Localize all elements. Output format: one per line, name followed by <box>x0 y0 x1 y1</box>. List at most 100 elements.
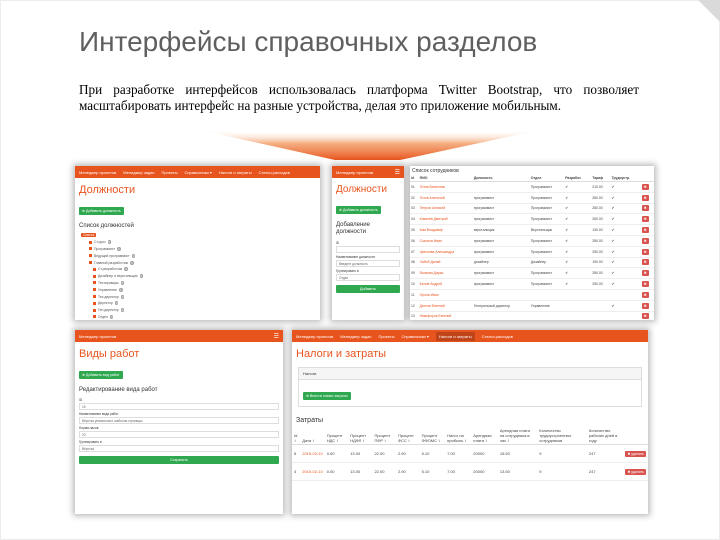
nav-brand[interactable]: Менеджер проектов <box>79 170 116 175</box>
hours-input[interactable]: 20 <box>79 431 279 438</box>
cell-name[interactable]: Дятлов Евгений <box>418 300 473 312</box>
cell-name[interactable]: Орлов Иван <box>418 289 473 301</box>
count-badge: 0 <box>117 246 121 251</box>
nav-tasks[interactable]: Менеджер задач <box>123 170 154 175</box>
positions-tree: Список Ст.руко 0 Программист 0 Ведущий програ… <box>75 232 320 320</box>
tree-item[interactable]: Ген.директор 0 <box>81 307 320 314</box>
column-header[interactable]: Количество трудоустроенных сотрудников <box>537 427 587 445</box>
cell-del: ✖ <box>640 192 654 204</box>
cell-name[interactable]: Цветкова Александра <box>418 246 473 258</box>
tree-item[interactable]: Главный разработчик 0 <box>81 259 320 266</box>
delete-button[interactable]: ✖ <box>641 281 649 288</box>
cell-name[interactable]: Ковалёв Дмитрий <box>418 213 473 226</box>
nav-projects[interactable]: Проекты <box>161 170 177 175</box>
column-header[interactable]: Id ↕ <box>292 427 301 445</box>
column-header[interactable]: Дата ↕ <box>300 427 325 445</box>
nav-taxes[interactable]: Налоги и затраты <box>219 170 252 175</box>
delete-button[interactable]: ✖ <box>641 227 649 234</box>
delete-button[interactable]: ✖ <box>641 205 649 212</box>
delete-button[interactable]: ✖ <box>641 237 649 244</box>
menu-icon[interactable]: ☰ <box>395 169 400 176</box>
tree-item-label: Директор <box>98 301 113 306</box>
add-position-button[interactable]: ⊕ Добавить должность <box>79 207 124 215</box>
id-label: ID <box>79 398 83 402</box>
cell-name[interactable]: Волкова Дарья <box>418 267 473 280</box>
cell-del: ✖ удалить <box>623 462 648 481</box>
tree-item[interactable]: Ведущий программист 0 <box>81 252 320 259</box>
tree-item[interactable]: Ст.разработчик 0 <box>81 266 320 273</box>
id-input[interactable]: 15 <box>79 403 279 410</box>
delete-button[interactable]: ✖ <box>641 194 649 201</box>
cell-name[interactable]: Петров Алексей <box>418 203 473 215</box>
nav-taxes[interactable]: Налоги и затраты <box>435 331 475 341</box>
delete-button[interactable]: ✖ <box>641 313 649 320</box>
delete-button[interactable]: ✖ <box>641 259 649 266</box>
column-header[interactable]: Процент ПФР ↕ <box>372 427 396 445</box>
delete-button[interactable]: ✖ <box>641 291 649 298</box>
tree-item[interactable]: Тех.директор 0 <box>81 293 320 300</box>
save-button[interactable]: Сохранить <box>79 456 279 464</box>
cell-emp: ✔ <box>610 213 641 226</box>
nav-brand[interactable]: Менеджер проектов <box>336 170 373 175</box>
tree-item[interactable]: Тестировщик 0 <box>81 280 320 287</box>
delete-button[interactable]: ✖ <box>641 248 649 255</box>
name-input[interactable]: Введите должность <box>336 260 400 267</box>
name-input[interactable]: Вёрстка уникального шаблона страницы <box>79 417 279 424</box>
delete-button[interactable]: ✖ удалить <box>625 468 646 475</box>
nav-brand[interactable]: Менеджер проектов <box>296 334 333 339</box>
cell-emp: ✔ <box>610 267 641 280</box>
group-select[interactable]: Отдел <box>336 274 400 281</box>
column-header[interactable]: Процент ФФОМС ↕ <box>419 427 446 445</box>
cell-name[interactable]: Соколов Иван <box>418 235 473 247</box>
cell-name[interactable]: Белов Андрей <box>418 278 473 290</box>
tree-item-label: Тестировщик <box>98 280 119 285</box>
column-header[interactable]: Процент ФСС ↕ <box>395 427 420 445</box>
column-header[interactable]: Процент НДС ↕ <box>324 427 349 445</box>
tree-item[interactable]: Список <box>81 232 320 239</box>
cell-id: 07 <box>410 246 419 258</box>
tree-item[interactable]: Ст.руко 0 <box>81 239 320 246</box>
delete-button[interactable]: ✖ <box>641 216 649 223</box>
cell-name[interactable]: Титов Анатолий <box>418 192 473 204</box>
nav-expenses[interactable]: Статьи расходов <box>259 170 290 175</box>
cell-name[interactable]: Ким Владимир <box>418 224 473 236</box>
delete-button[interactable]: ✖ удалить <box>625 450 646 457</box>
add-expenses-button[interactable]: ⊕ Внести новые затраты <box>303 392 351 400</box>
column-header[interactable]: Налог на прибыль ↕ <box>445 427 472 445</box>
cell-name[interactable]: Хабиб Далай <box>418 257 473 269</box>
table-row: 12 Дятлов Евгений Генеральный директор Упра… <box>410 300 654 312</box>
add-work-type-button[interactable]: ⊕ Добавить вид работ <box>79 371 123 379</box>
tree-item[interactable]: Директор 0 <box>81 300 320 307</box>
navbar: Менеджер проектов ☰ <box>75 330 283 342</box>
group-select[interactable]: Вёрстка <box>79 445 279 452</box>
column-header[interactable]: Арендная плата ↕ <box>471 427 498 445</box>
cell-name[interactable]: Никифоров Евгений <box>418 311 473 320</box>
nav-tasks[interactable]: Менеджер задач <box>340 334 371 339</box>
column-header[interactable]: Процент НДФЛ ↕ <box>348 427 373 445</box>
nav-directories[interactable]: Справочники ▾ <box>402 334 429 339</box>
cell-name[interactable]: Титов Вячеслав <box>418 181 473 193</box>
submit-button[interactable]: Добавить <box>336 285 400 293</box>
delete-button[interactable]: ✖ <box>641 302 649 309</box>
menu-icon[interactable]: ☰ <box>274 333 279 340</box>
tree-item[interactable]: Дизайнер и верстальщик 0 <box>81 273 320 280</box>
column-header[interactable]: Количество рабочих дней в году <box>586 427 624 445</box>
tree-item[interactable]: Управление 0 <box>81 286 320 293</box>
expenses-table: Id ↕ Дата ↕ Процент НДС ↕ Процент НДФЛ ↕ Про… <box>292 427 648 481</box>
nav-expenses[interactable]: Статьи расходов <box>482 334 513 339</box>
cell-chk <box>564 289 592 301</box>
column-header[interactable]: Арендная плата на сотрудника в час ↕ <box>497 427 538 445</box>
nav-brand[interactable]: Менеджер проектов <box>79 334 116 339</box>
nav-directories[interactable]: Справочники ▾ <box>185 170 212 175</box>
cell-date: 2015-02-10 <box>300 462 325 481</box>
column-header[interactable] <box>623 427 648 445</box>
delete-button[interactable]: ✖ <box>641 183 649 190</box>
tree-item[interactable]: Отдел 0 <box>81 314 320 320</box>
cell-dept: Программист <box>529 203 565 215</box>
delete-button[interactable]: ✖ <box>641 270 649 277</box>
nav-projects[interactable]: Проекты <box>378 334 394 339</box>
tree-item[interactable]: Программист 0 <box>81 246 320 253</box>
add-position-button[interactable]: ⊕ Добавить должность <box>336 206 381 214</box>
table-row: 09 Волкова Дарья программист Программист ✔ 28… <box>410 267 654 280</box>
id-input[interactable] <box>336 246 400 253</box>
